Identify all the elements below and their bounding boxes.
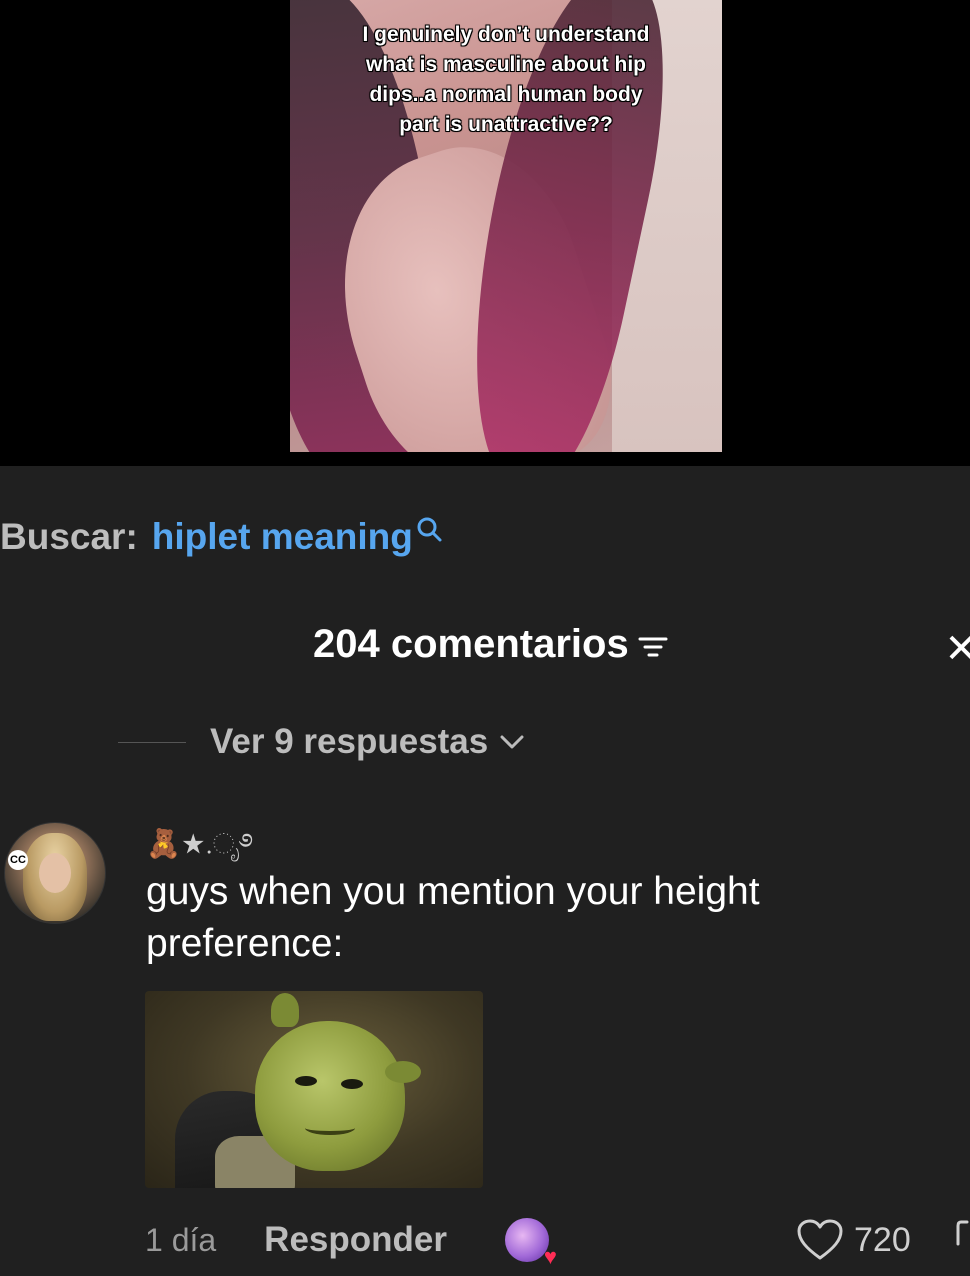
comment-text: guys when you mention your height prefer…	[146, 870, 760, 965]
meme-ear-left	[271, 993, 299, 1027]
like-count: 720	[854, 1220, 911, 1259]
view-replies-label: Ver 9 respuestas	[210, 722, 489, 761]
reply-button[interactable]: Responder	[264, 1220, 447, 1260]
comments-count-header: 204 comentarios	[313, 622, 669, 667]
view-replies-button[interactable]: Ver 9 respuestas	[118, 722, 526, 762]
video-area[interactable]: I genuinely don’t understand what is mas…	[0, 0, 970, 466]
comments-count: 204 comentarios	[313, 622, 629, 666]
search-icon[interactable]	[415, 515, 443, 543]
meme-ear-right	[385, 1061, 421, 1083]
search-suggestion[interactable]: Buscar: hiplet meaning	[0, 516, 443, 558]
filter-icon[interactable]	[637, 632, 669, 662]
commenter-avatar[interactable]	[4, 822, 106, 924]
comment-footer: 1 día Responder ♥	[145, 1218, 557, 1268]
video-overlay-caption: I genuinely don’t understand what is mas…	[362, 23, 650, 136]
search-label: Buscar:	[0, 516, 138, 557]
creator-heart-icon: ♥	[543, 1244, 557, 1269]
creator-liked-avatar: ♥	[504, 1218, 557, 1268]
thread-divider	[118, 741, 186, 743]
meme-eye-right	[341, 1079, 363, 1089]
avatar-badge: CC	[8, 850, 28, 870]
comment-time: 1 día	[145, 1221, 217, 1258]
avatar-face	[39, 853, 71, 893]
meme-mouth	[305, 1121, 355, 1135]
close-icon[interactable]: ✕	[944, 626, 970, 672]
meme-eye-left	[295, 1076, 317, 1086]
dislike-icon[interactable]	[955, 1218, 970, 1252]
comments-panel: Buscar: hiplet meaning 204 comentarios ✕…	[0, 466, 970, 1276]
video-frame[interactable]: I genuinely don’t understand what is mas…	[290, 0, 722, 452]
search-term-link[interactable]: hiplet meaning	[152, 516, 413, 558]
meme-head	[255, 1021, 405, 1171]
like-button[interactable]: 720	[796, 1218, 911, 1262]
comment-image[interactable]	[145, 991, 483, 1188]
chevron-down-icon	[500, 735, 524, 749]
heart-icon[interactable]	[796, 1218, 844, 1262]
